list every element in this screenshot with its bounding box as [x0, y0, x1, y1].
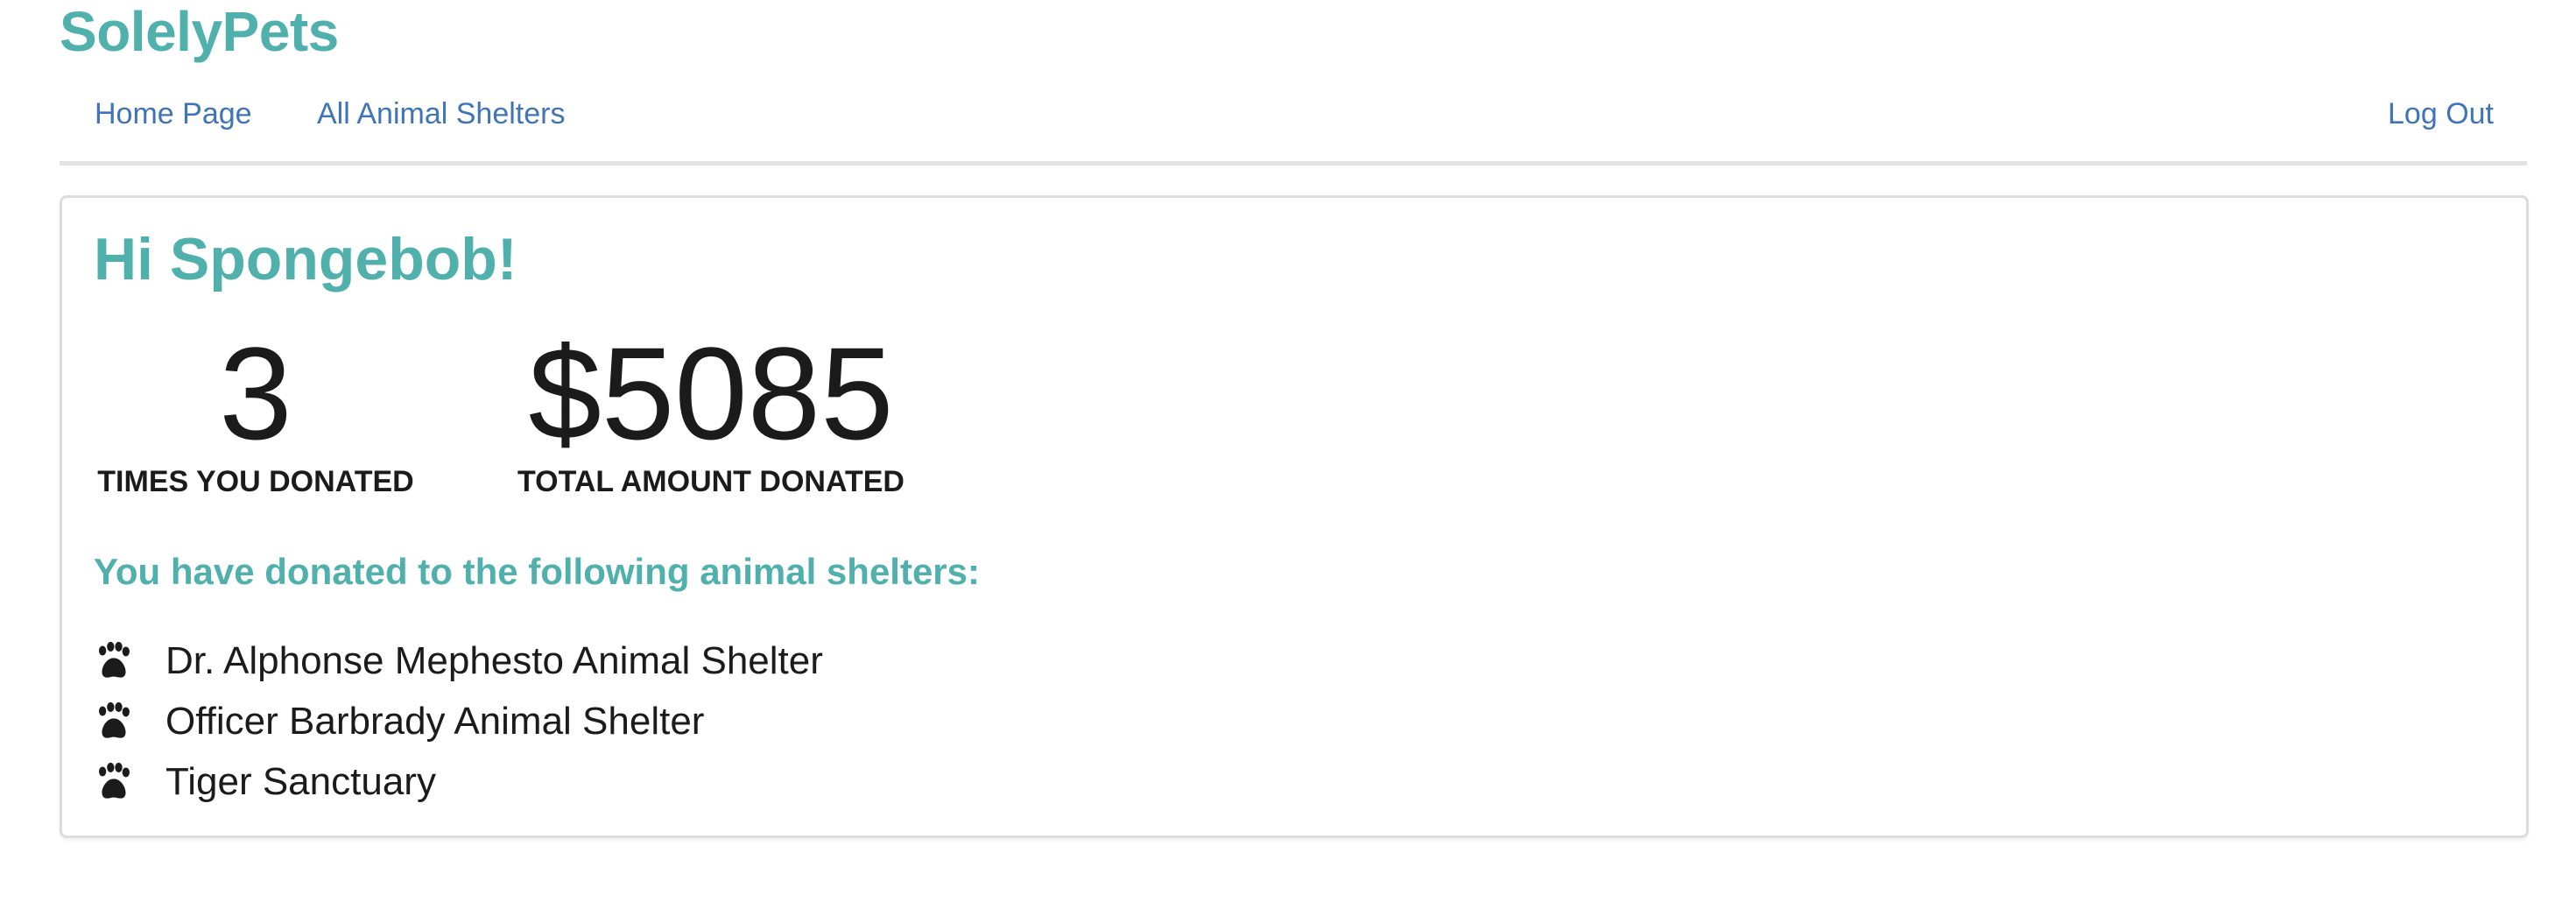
profile-card: Hi Spongebob! 3 TIMES YOU DONATED $5085 … [60, 195, 2529, 838]
times-donated-stat: 3 TIMES YOU DONATED [94, 328, 418, 499]
shelter-list-item: Dr. Alphonse Mephesto Animal Shelter [94, 631, 823, 691]
paw-icon [98, 762, 130, 799]
paw-icon [98, 641, 130, 678]
total-donated-label: TOTAL AMOUNT DONATED [517, 465, 904, 498]
nav-home-link[interactable]: Home Page [95, 96, 252, 131]
shelter-list-item: Officer Barbrady Animal Shelter [94, 691, 823, 751]
shelter-name: Dr. Alphonse Mephesto Animal Shelter [165, 638, 823, 682]
shelter-name: Tiger Sanctuary [165, 759, 436, 803]
nav-logout-link[interactable]: Log Out [2388, 96, 2494, 131]
shelters-heading: You have donated to the following animal… [94, 551, 980, 592]
paw-icon [98, 701, 130, 738]
times-donated-label: TIMES YOU DONATED [97, 465, 414, 498]
shelter-list: Dr. Alphonse Mephesto Animal Shelter Off… [94, 631, 823, 812]
total-donated-value: $5085 [528, 320, 894, 467]
times-donated-value: 3 [219, 320, 292, 467]
brand-logo[interactable]: SolelyPets [60, 0, 339, 63]
total-donated-stat: $5085 TOTAL AMOUNT DONATED [505, 328, 917, 499]
page: SolelyPets Home Page All Animal Shelters… [0, 0, 2576, 902]
greeting-heading: Hi Spongebob! [94, 226, 517, 292]
top-nav: Home Page All Animal Shelters Log Out [60, 84, 2527, 166]
nav-all-shelters-link[interactable]: All Animal Shelters [317, 96, 565, 131]
shelter-name: Officer Barbrady Animal Shelter [165, 699, 705, 743]
shelter-list-item: Tiger Sanctuary [94, 751, 823, 812]
